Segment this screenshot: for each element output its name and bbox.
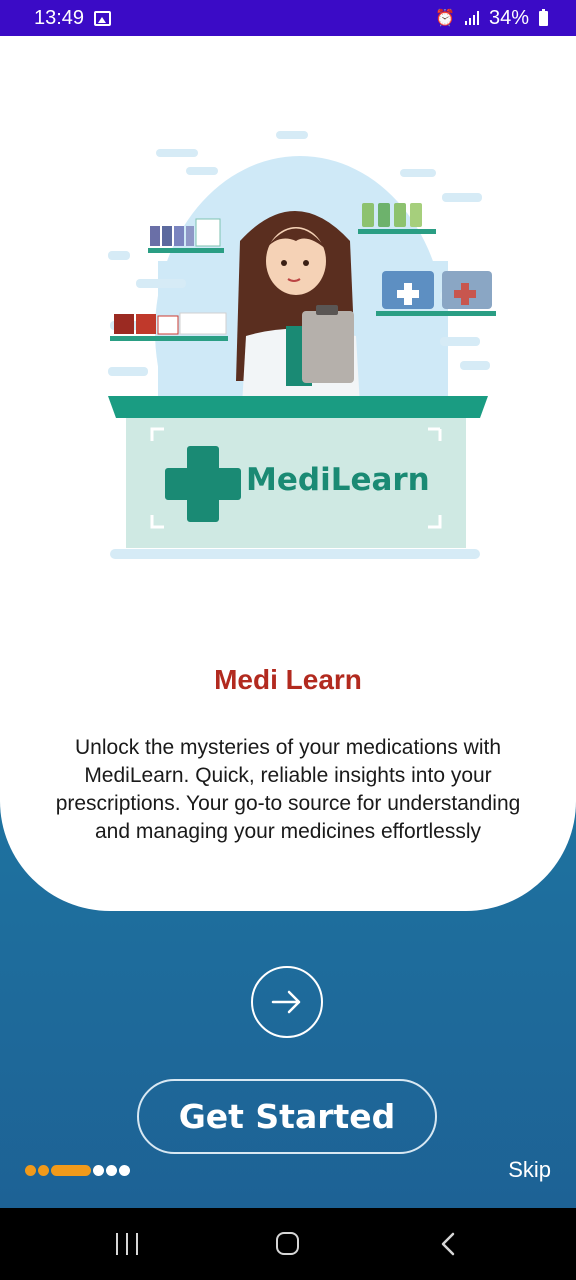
page-dot [106,1165,117,1176]
status-time: 13:49 [34,6,85,29]
get-started-button[interactable]: Get Started [137,1079,437,1154]
logo-text: MediLearn [246,462,430,498]
onboarding-title: Medi Learn [214,664,362,695]
page-dot [93,1165,104,1176]
back-icon[interactable] [440,1232,456,1256]
skip-button[interactable]: Skip [508,1157,551,1183]
pharmacist-illustration: MediLearn [108,131,496,559]
battery-text: 34% [488,6,529,29]
recents-icon[interactable] [116,1233,138,1255]
page-dot [119,1165,130,1176]
status-right: ⏰ 34% [435,7,548,30]
status-bar: 13:49 ⏰ 34% [0,0,576,36]
page-dot [25,1165,36,1176]
home-icon[interactable] [276,1232,299,1255]
picture-icon [94,10,112,26]
onboarding-description: Unlock the mysteries of your medications… [55,736,521,843]
signal-icon [464,11,479,25]
page-indicator [25,1165,130,1176]
status-left: 13:49 [34,6,112,30]
next-button[interactable] [251,966,323,1038]
arrow-right-circle-icon [271,990,301,1014]
page-dot-active [51,1165,91,1176]
onboarding-card: MediLearn Medi Learn Unlock the mysterie… [0,36,576,911]
alarm-icon: ⏰ [435,10,455,27]
battery-icon [539,8,548,26]
page-dot [38,1165,49,1176]
navigation-bar [0,1208,576,1280]
